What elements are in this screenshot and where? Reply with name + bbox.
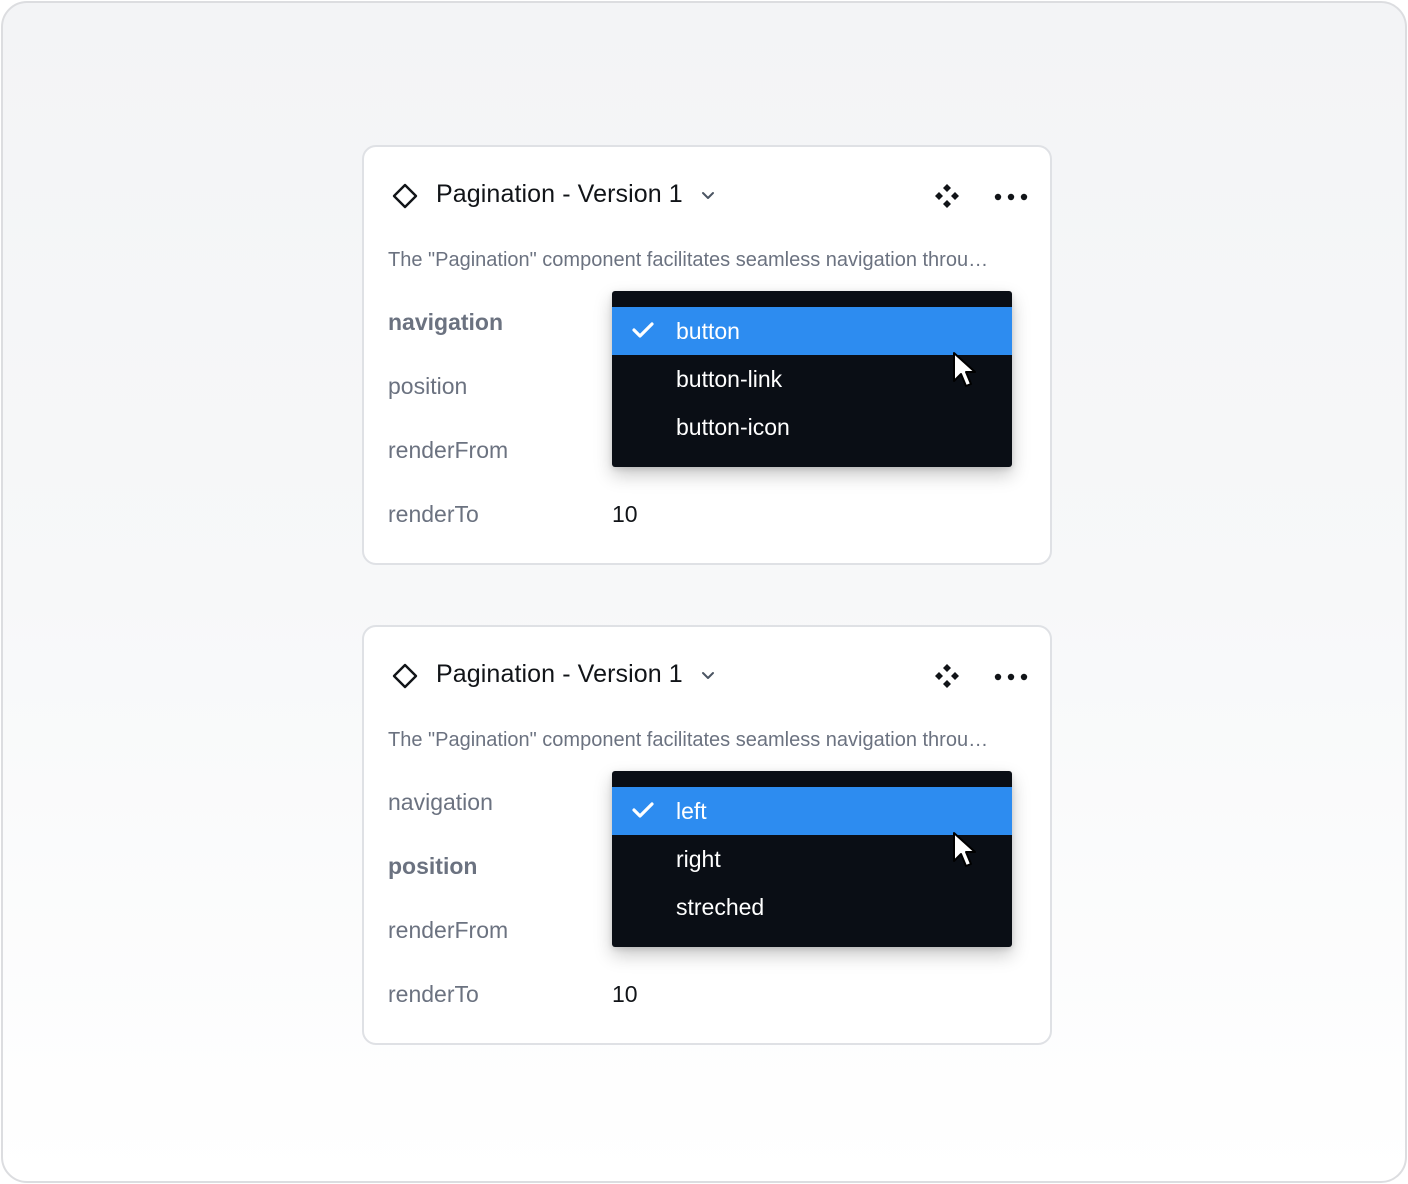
- dropdown-option-label: right: [676, 846, 721, 872]
- prop-value-renderto[interactable]: 10: [612, 501, 638, 528]
- navigation-dropdown-menu: button button-link button-icon: [612, 291, 1012, 467]
- dropdown-option-label: button-link: [676, 366, 783, 392]
- prop-label-renderto[interactable]: renderTo: [388, 981, 479, 1008]
- component-card: Pagination - Version 1 The "Pagination" …: [362, 145, 1052, 565]
- canvas-frame: Pagination - Version 1 The "Pagination" …: [1, 1, 1407, 1183]
- dropdown-option[interactable]: button-link: [612, 355, 1012, 403]
- more-horizontal-icon[interactable]: [994, 673, 1028, 681]
- check-icon: [632, 322, 654, 338]
- component-description: The "Pagination" component facilitates s…: [388, 729, 989, 751]
- variants-icon[interactable]: [934, 663, 960, 689]
- variants-icon[interactable]: [934, 183, 960, 209]
- prop-label-navigation[interactable]: navigation: [388, 309, 503, 336]
- dropdown-option[interactable]: left: [612, 787, 1012, 867]
- component-diamond-icon: [392, 663, 418, 689]
- component-title[interactable]: Pagination - Version 1: [436, 660, 683, 689]
- component-title[interactable]: Pagination - Version 1: [436, 180, 683, 209]
- prop-label-navigation[interactable]: navigation: [388, 789, 493, 816]
- prop-label-renderfrom[interactable]: renderFrom: [388, 917, 508, 944]
- prop-value-renderto[interactable]: 10: [612, 981, 638, 1008]
- position-dropdown-menu: left right streched: [612, 771, 1012, 947]
- component-card: Pagination - Version 1 The "Pagination" …: [362, 625, 1052, 1045]
- chevron-down-icon[interactable]: [700, 670, 716, 682]
- dropdown-option[interactable]: right: [612, 835, 1012, 883]
- dropdown-option[interactable]: button-icon: [612, 403, 1012, 451]
- dropdown-option[interactable]: streched: [612, 883, 1012, 931]
- dropdown-option-label: button-icon: [676, 414, 790, 440]
- check-icon: [632, 802, 654, 818]
- prop-label-position[interactable]: position: [388, 853, 477, 880]
- dropdown-option-label: left: [676, 798, 707, 824]
- prop-label-renderfrom[interactable]: renderFrom: [388, 437, 508, 464]
- chevron-down-icon[interactable]: [700, 190, 716, 202]
- more-horizontal-icon[interactable]: [994, 193, 1028, 201]
- component-diamond-icon: [392, 183, 418, 209]
- prop-label-renderto[interactable]: renderTo: [388, 501, 479, 528]
- dropdown-option[interactable]: button: [612, 307, 1012, 387]
- prop-label-position[interactable]: position: [388, 373, 467, 400]
- dropdown-option-label: button: [676, 318, 740, 344]
- dropdown-option-label: streched: [676, 894, 765, 920]
- component-description: The "Pagination" component facilitates s…: [388, 249, 989, 271]
